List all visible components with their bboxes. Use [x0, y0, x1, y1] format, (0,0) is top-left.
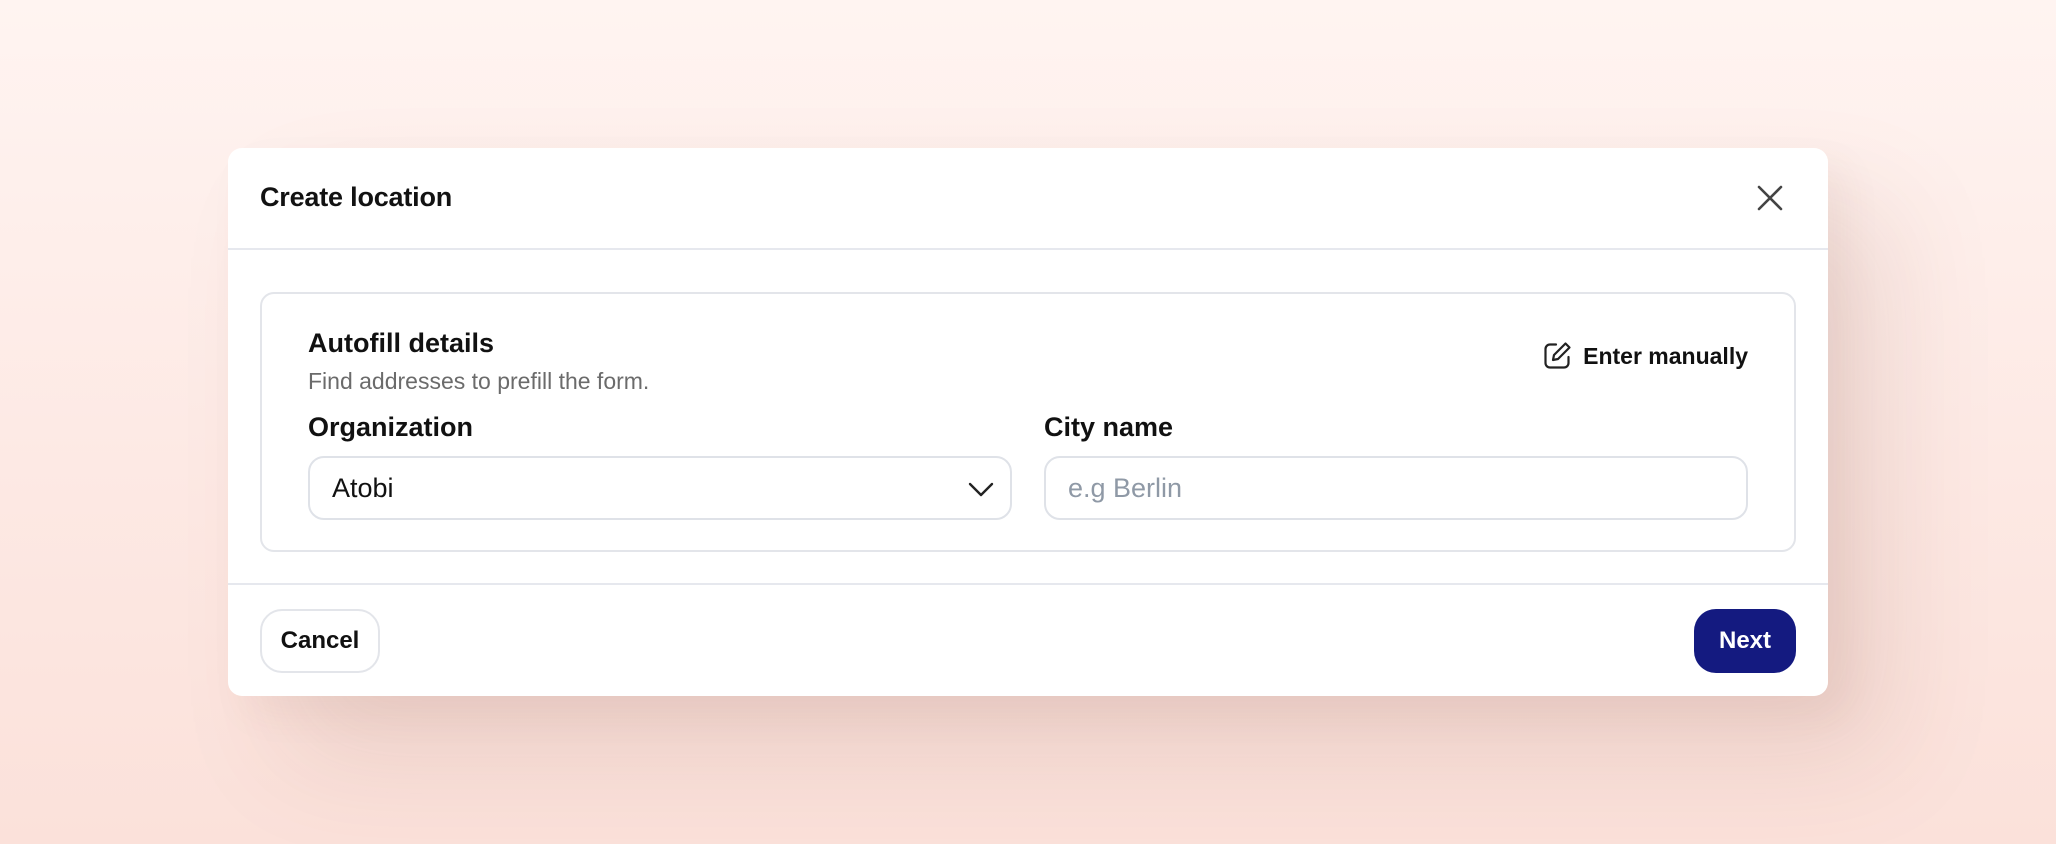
organization-selected-value: Atobi [332, 472, 394, 503]
close-button[interactable] [1752, 180, 1788, 216]
modal-header: Create location [228, 148, 1828, 250]
organization-select[interactable]: Atobi [308, 456, 1012, 520]
autofill-subtitle: Find addresses to prefill the form. [308, 368, 650, 394]
chevron-down-icon [968, 482, 994, 497]
footer-divider [228, 583, 1828, 585]
close-icon [1757, 185, 1783, 211]
city-name-input[interactable] [1044, 456, 1748, 520]
organization-label: Organization [308, 412, 474, 442]
city-name-label: City name [1044, 412, 1174, 442]
create-location-modal: Create location Autofill details Find ad… [228, 148, 1828, 696]
modal-title: Create location [260, 182, 453, 212]
autofill-title: Autofill details [308, 328, 495, 358]
edit-icon [1544, 342, 1571, 369]
next-button[interactable]: Next [1694, 609, 1796, 673]
autofill-card: Autofill details Find addresses to prefi… [260, 292, 1796, 552]
enter-manually-button[interactable]: Enter manually [1541, 340, 1748, 372]
cancel-button[interactable]: Cancel [260, 609, 380, 673]
enter-manually-label: Enter manually [1583, 342, 1748, 369]
